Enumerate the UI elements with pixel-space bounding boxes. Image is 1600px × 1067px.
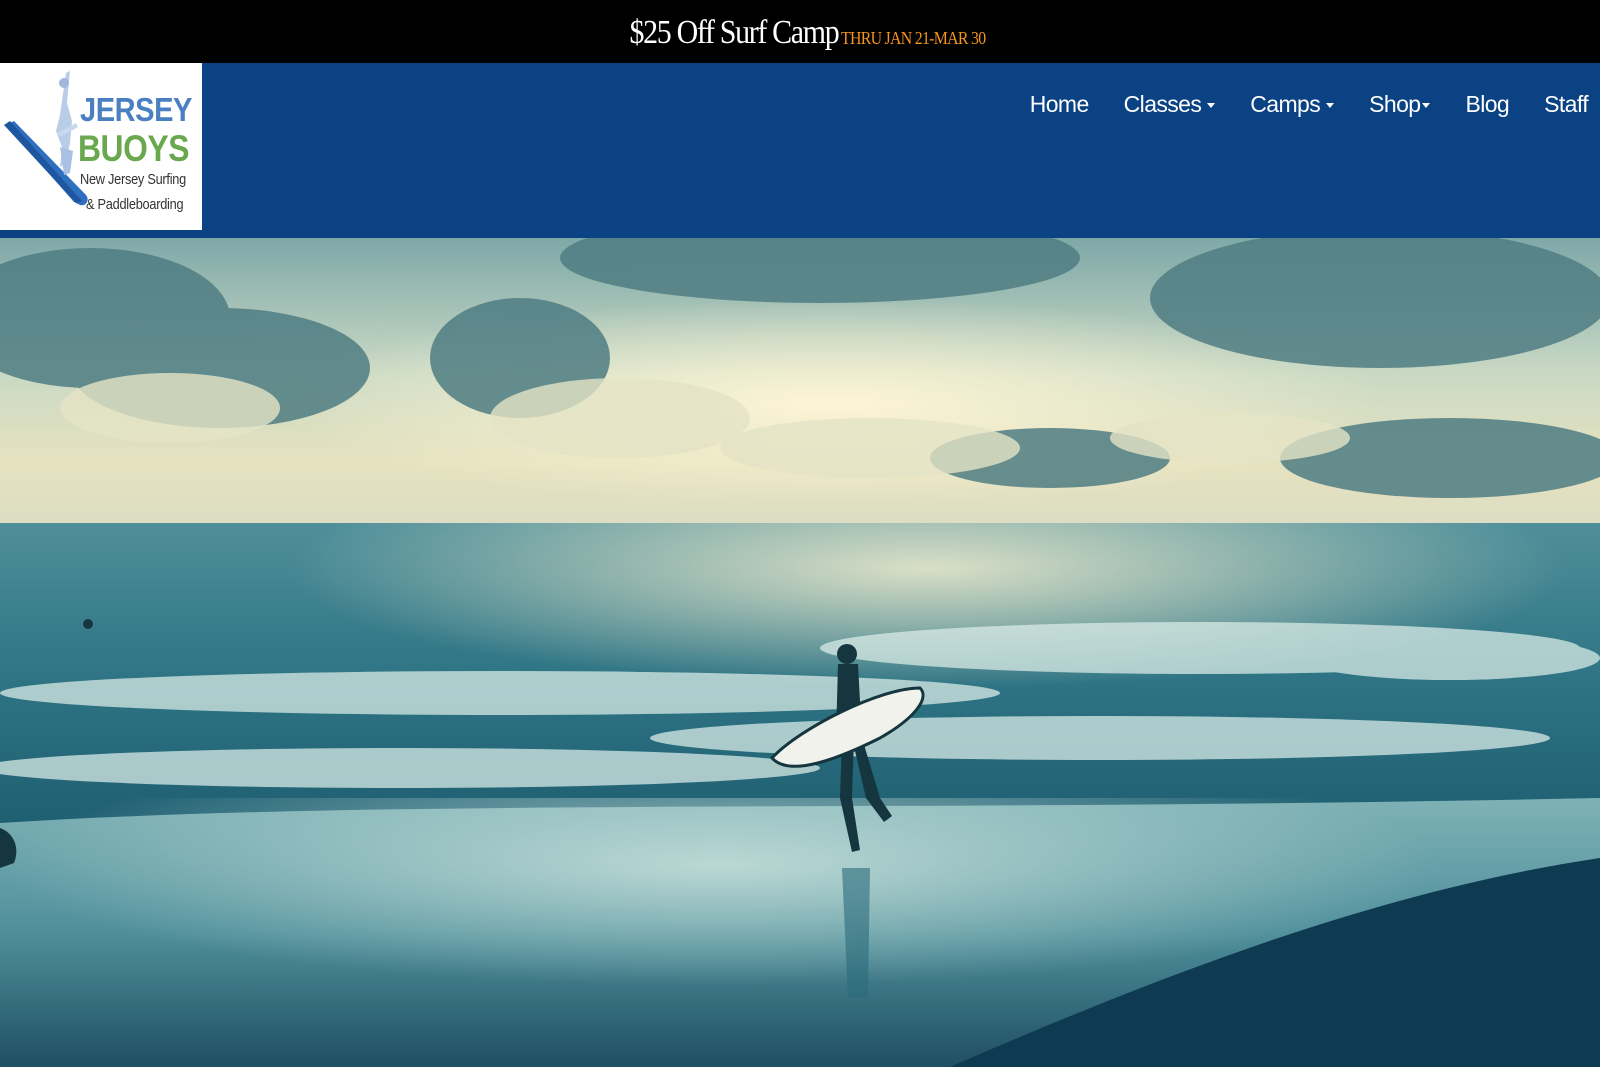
- nav-item-label[interactable]: Home: [1030, 91, 1090, 118]
- logo-word-jersey: JERSEY: [80, 91, 192, 128]
- nav-item-label[interactable]: Shop: [1369, 91, 1421, 118]
- nav-item-blog[interactable]: Blog: [1465, 91, 1509, 118]
- logo-word-buoys: BUOYS: [78, 128, 190, 169]
- logo-tagline-2: & Paddleboarding: [86, 196, 184, 213]
- surfer-beach-photo: [0, 238, 1600, 1067]
- logo-tagline-1: New Jersey Surfing: [80, 171, 186, 188]
- nav-item-staff[interactable]: Staff: [1544, 91, 1588, 118]
- promo-banner[interactable]: $25 Off Surf Camp THRU JAN 21-MAR 30: [0, 0, 1600, 63]
- nav-item-label[interactable]: Camps: [1250, 91, 1320, 118]
- main-nav: Home Classes Camps Shop Blog Staff: [1030, 89, 1600, 119]
- nav-item-camps[interactable]: Camps: [1250, 91, 1335, 118]
- promo-dates[interactable]: THRU JAN 21-MAR 30: [841, 28, 986, 49]
- site-logo[interactable]: JERSEY BUOYS New Jersey Surfing & Paddle…: [0, 63, 202, 230]
- promo-headline[interactable]: $25 Off Surf Camp: [629, 14, 839, 52]
- caret-down-icon[interactable]: [1422, 103, 1431, 108]
- hero-image: [0, 238, 1600, 1067]
- nav-item-classes[interactable]: Classes: [1124, 91, 1216, 118]
- nav-item-label[interactable]: Classes: [1124, 91, 1202, 118]
- caret-down-icon[interactable]: [1326, 103, 1335, 108]
- nav-item-label[interactable]: Blog: [1465, 91, 1509, 118]
- nav-item-shop[interactable]: Shop: [1369, 91, 1431, 118]
- caret-down-icon[interactable]: [1207, 103, 1216, 108]
- nav-item-label[interactable]: Staff: [1544, 91, 1588, 118]
- site-header: JERSEY BUOYS New Jersey Surfing & Paddle…: [0, 63, 1600, 238]
- nav-item-home[interactable]: Home: [1030, 91, 1090, 118]
